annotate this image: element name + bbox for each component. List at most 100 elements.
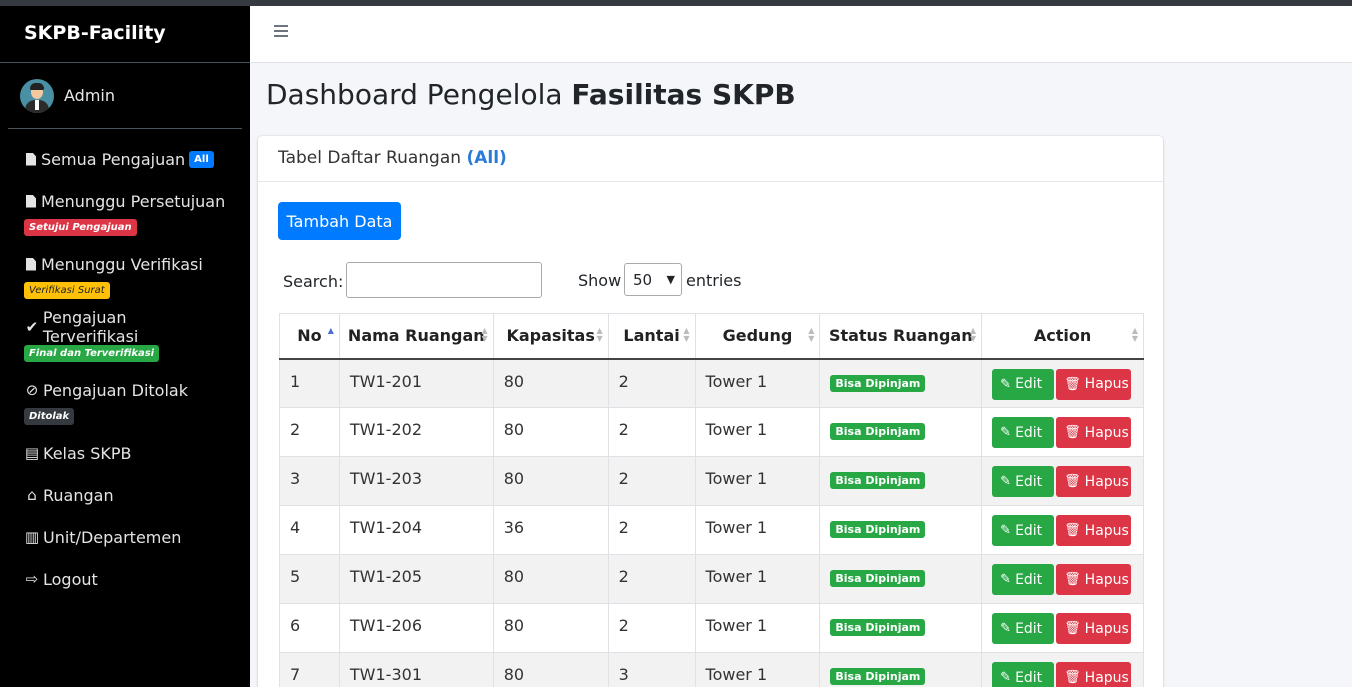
edit-icon: ✎ — [1000, 474, 1012, 489]
table-row: 7 TW1-301 80 3 Tower 1 Bisa Dipinjam ✎ Edit 🗑 Hap… — [279, 652, 1144, 687]
status-badge: Bisa Dipinjam — [830, 570, 926, 587]
sidebar-item-kelas-skpb[interactable]: ▤ Kelas SKPB — [0, 439, 250, 467]
edit-icon: ✎ — [1000, 425, 1012, 440]
edit-icon: ✎ — [1000, 523, 1012, 538]
cell-nama-ruangan: TW1-202 — [338, 407, 494, 457]
cell-nama-ruangan: TW1-205 — [338, 554, 494, 604]
column-header-action[interactable]: Action ▲ ▼ — [981, 313, 1144, 360]
badge-ditolak: Ditolak — [24, 408, 75, 425]
badge-final: Final dan Terverifikasi — [24, 345, 160, 362]
show-label: Show — [578, 271, 622, 290]
badge-setujui: Setujui Pengajuan — [24, 219, 137, 236]
sidebar-item-semua-pengajuan[interactable]: Semua Pengajuan All — [0, 145, 250, 173]
sort-icon: ▲ — [327, 326, 334, 335]
sidebar-item-label: Menunggu Verifikasi — [41, 254, 203, 274]
sidebar-item-ruangan[interactable]: ⌂ Ruangan — [0, 481, 250, 509]
trash-icon: 🗑 — [1064, 376, 1081, 392]
sidebar-item-menunggu-verifikasi[interactable]: Menunggu Verifikasi Verifikasi Surat — [0, 250, 250, 299]
sidebar-item-label: Kelas SKPB — [43, 443, 132, 463]
rooms-table: No ▲ Nama Ruangan ▲ ▼ Kapasitas ▲ ▼ Lantai ▲ ▼ … — [279, 313, 1144, 687]
cell-kapasitas: 80 — [492, 407, 609, 457]
delete-button[interactable]: 🗑 Hapus — [1056, 417, 1132, 448]
delete-button[interactable]: 🗑 Hapus — [1056, 662, 1132, 687]
sidebar-item-unit-departemen[interactable]: ▥ Unit/Departemen — [0, 523, 250, 551]
cell-gedung: Tower 1 — [694, 407, 821, 457]
book-icon: ▤ — [24, 444, 40, 462]
sidebar-item-pengajuan-ditolak[interactable]: ⊘ Pengajuan Ditolak Ditolak — [0, 376, 250, 425]
column-header-lantai[interactable]: Lantai ▲ ▼ — [607, 313, 696, 360]
sort-icon: ▲ ▼ — [481, 326, 488, 343]
column-header-no[interactable]: No ▲ — [279, 313, 340, 360]
column-header-status[interactable]: Status Ruangan ▲ ▼ — [819, 313, 983, 360]
badge-verifikasi: Verifikasi Surat — [24, 282, 110, 299]
status-badge: Bisa Dipinjam — [830, 472, 926, 489]
edit-button[interactable]: ✎ Edit — [992, 564, 1055, 595]
table-row: 3 TW1-203 80 2 Tower 1 Bisa Dipinjam ✎ Edit 🗑 Hap… — [279, 456, 1144, 506]
cell-no: 6 — [279, 603, 340, 653]
column-header-nama[interactable]: Nama Ruangan ▲ ▼ — [338, 313, 494, 360]
sort-icon: ▲ ▼ — [1131, 326, 1138, 343]
delete-button[interactable]: 🗑 Hapus — [1056, 564, 1132, 595]
delete-button[interactable]: 🗑 Hapus — [1056, 515, 1132, 546]
cell-gedung: Tower 1 — [694, 554, 821, 604]
brand-logo[interactable]: SKPB-Facility — [0, 6, 250, 63]
sidebar-item-label: Logout — [43, 569, 98, 589]
delete-button[interactable]: 🗑 Hapus — [1056, 613, 1132, 644]
top-navbar — [250, 6, 1352, 63]
cell-no: 2 — [279, 407, 340, 457]
add-data-button[interactable]: Tambah Data — [278, 202, 401, 240]
cell-kapasitas: 36 — [492, 505, 609, 555]
cell-lantai: 2 — [607, 456, 696, 506]
cell-lantai: 2 — [607, 505, 696, 555]
status-badge: Bisa Dipinjam — [830, 521, 926, 538]
edit-icon: ✎ — [1000, 572, 1012, 587]
table-row: 1 TW1-201 80 2 Tower 1 Bisa Dipinjam ✎ Edit 🗑 Hap… — [279, 358, 1144, 408]
chevron-down-icon: ▼ — [666, 273, 675, 286]
cell-nama-ruangan: TW1-206 — [338, 603, 494, 653]
cell-kapasitas: 80 — [492, 554, 609, 604]
sort-icon: ▲ ▼ — [683, 326, 690, 343]
sidebar-item-menunggu-persetujuan[interactable]: Menunggu Persetujuan Setujui Pengajuan — [0, 187, 250, 236]
trash-icon: 🗑 — [1064, 474, 1081, 489]
sidebar-item-logout[interactable]: ⇨ Logout — [0, 565, 250, 593]
entries-label: entries — [686, 271, 742, 290]
sort-icon: ▲ ▼ — [970, 326, 977, 343]
entries-select[interactable]: 50 ▼ — [624, 263, 682, 296]
sidebar-item-pengajuan-terverifikasi[interactable]: ✔ Pengajuan Terverifikasi Final dan Terve… — [0, 308, 250, 362]
delete-button[interactable]: 🗑 Hapus — [1056, 466, 1132, 497]
edit-button[interactable]: ✎ Edit — [992, 515, 1055, 546]
sidebar-item-label: Menunggu Persetujuan — [41, 191, 226, 211]
trash-icon: 🗑 — [1064, 572, 1081, 587]
sort-icon: ▲ ▼ — [596, 326, 603, 343]
trash-icon: 🗑 — [1064, 621, 1081, 636]
column-header-gedung[interactable]: Gedung ▲ ▼ — [694, 313, 821, 360]
edit-icon: ✎ — [1000, 670, 1012, 685]
search-input[interactable] — [346, 262, 542, 298]
cell-kapasitas: 80 — [492, 358, 609, 408]
edit-button[interactable]: ✎ Edit — [992, 417, 1055, 448]
edit-button[interactable]: ✎ Edit — [992, 613, 1055, 644]
cell-status: Bisa Dipinjam — [819, 407, 983, 457]
search-label: Search: — [283, 272, 344, 291]
home-icon: ⌂ — [27, 486, 37, 504]
cell-no: 1 — [279, 358, 340, 408]
cell-nama-ruangan: TW1-204 — [338, 505, 494, 555]
user-panel[interactable]: Admin — [8, 63, 242, 129]
menu-toggle-icon[interactable] — [274, 25, 288, 37]
cell-nama-ruangan: TW1-301 — [338, 652, 494, 687]
trash-icon: 🗑 — [1064, 523, 1081, 538]
status-badge: Bisa Dipinjam — [830, 374, 926, 392]
badge-all: All — [189, 150, 214, 168]
delete-button[interactable]: 🗑 Hapus — [1056, 368, 1132, 400]
table-row: 5 TW1-205 80 2 Tower 1 Bisa Dipinjam ✎ Edit 🗑 Hap… — [279, 554, 1144, 604]
sign-out-icon: ⇨ — [25, 570, 39, 588]
cell-gedung: Tower 1 — [694, 505, 821, 555]
edit-button[interactable]: ✎ Edit — [992, 466, 1055, 497]
avatar — [20, 78, 54, 113]
column-header-kapasitas[interactable]: Kapasitas ▲ ▼ — [492, 313, 609, 360]
cell-lantai: 2 — [607, 358, 696, 408]
edit-icon: ✎ — [1000, 621, 1012, 636]
cell-no: 5 — [279, 554, 340, 604]
edit-button[interactable]: ✎ Edit — [992, 368, 1055, 400]
edit-button[interactable]: ✎ Edit — [992, 662, 1055, 687]
